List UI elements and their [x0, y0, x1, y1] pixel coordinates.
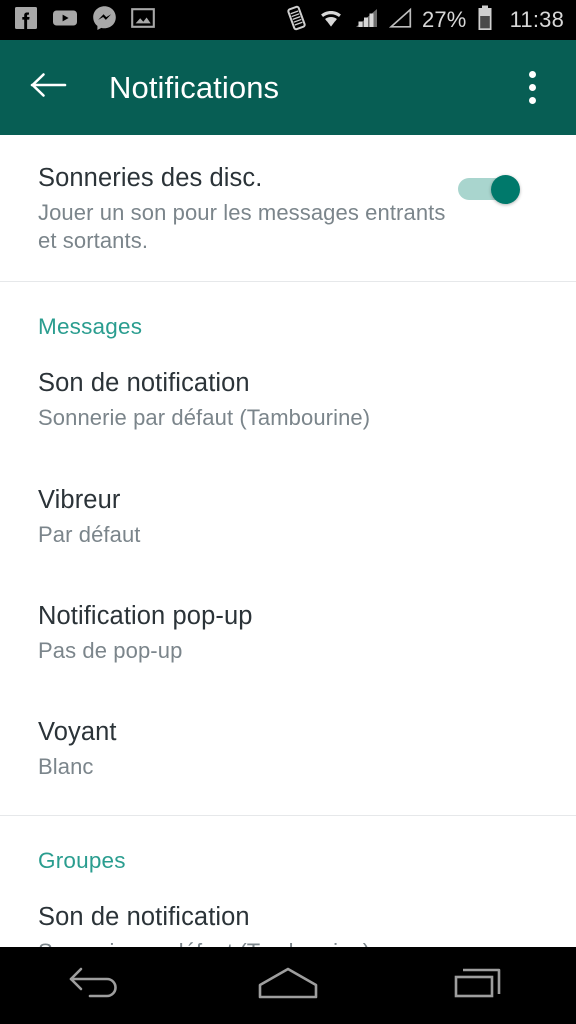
setting-title: Voyant	[38, 718, 117, 746]
image-icon	[131, 7, 155, 34]
setting-subtitle: Jouer un son pour les messages entrants …	[38, 200, 446, 254]
setting-row-messages-vibrate[interactable]: Vibreur Par défaut	[0, 436, 576, 553]
status-bar-notification-icons	[14, 5, 155, 35]
status-bar-clock: 11:38	[509, 7, 564, 32]
setting-value: Par défaut	[38, 522, 141, 548]
nav-back-button[interactable]	[41, 956, 151, 1016]
wifi-icon	[317, 7, 345, 34]
app-bar: Notifications	[0, 40, 576, 135]
setting-value: Pas de pop-up	[38, 638, 183, 664]
nav-back-icon	[68, 965, 124, 1006]
page-title: Notifications	[109, 69, 280, 105]
nav-recents-icon	[453, 965, 507, 1006]
setting-title: Son de notification	[38, 903, 250, 932]
section-header-groupes: Groupes	[38, 848, 126, 874]
setting-value: Blanc	[38, 754, 94, 780]
battery-percent-label: 27%	[421, 7, 467, 32]
back-button[interactable]	[26, 65, 72, 111]
status-bar-system-icons: 27% 11:38	[285, 5, 564, 36]
setting-row-messages-notification-tone[interactable]: Son de notification Sonnerie par défaut …	[0, 340, 576, 436]
system-navigation-bar	[0, 947, 576, 1024]
setting-title: Sonneries des disc.	[38, 164, 263, 192]
nav-home-button[interactable]	[233, 956, 343, 1016]
setting-title: Notification pop-up	[38, 601, 253, 630]
setting-title: Vibreur	[38, 485, 121, 514]
nav-home-icon	[257, 965, 319, 1006]
setting-value: Sonnerie par défaut (Tambourine)	[38, 405, 371, 431]
setting-value: Sonnerie par défaut (Tambourine)	[38, 938, 552, 947]
messenger-icon	[92, 5, 117, 35]
setting-row-messages-light[interactable]: Voyant Blanc	[0, 669, 576, 785]
nav-recents-button[interactable]	[425, 956, 535, 1016]
battery-icon	[477, 5, 493, 36]
status-bar: 27% 11:38	[0, 0, 576, 40]
signal-bars-icon	[354, 7, 379, 34]
section-header-messages: Messages	[38, 313, 143, 339]
vibrate-icon	[285, 5, 308, 36]
conversation-tones-toggle[interactable]	[458, 175, 520, 204]
settings-list: Sonneries des disc. Jouer un son pour le…	[0, 135, 576, 947]
setting-row-conversation-tones[interactable]: Sonneries des disc. Jouer un son pour le…	[0, 135, 576, 281]
arrow-left-icon	[30, 70, 68, 105]
overflow-menu-button[interactable]	[510, 63, 554, 113]
phone-screen: 27% 11:38 Notifications Sonneries des di…	[0, 0, 576, 1024]
setting-text: Sonneries des disc. Jouer un son pour le…	[38, 163, 458, 255]
youtube-icon	[52, 6, 78, 35]
toggle-thumb	[491, 175, 520, 204]
setting-row-groups-notification-tone[interactable]: Son de notification Sonnerie par défaut …	[0, 874, 576, 947]
setting-title: Son de notification	[38, 368, 250, 397]
facebook-icon	[14, 6, 38, 35]
setting-row-messages-popup-notification[interactable]: Notification pop-up Pas de pop-up	[0, 553, 576, 669]
more-vertical-icon	[528, 71, 536, 104]
signal-empty-icon	[388, 7, 413, 34]
